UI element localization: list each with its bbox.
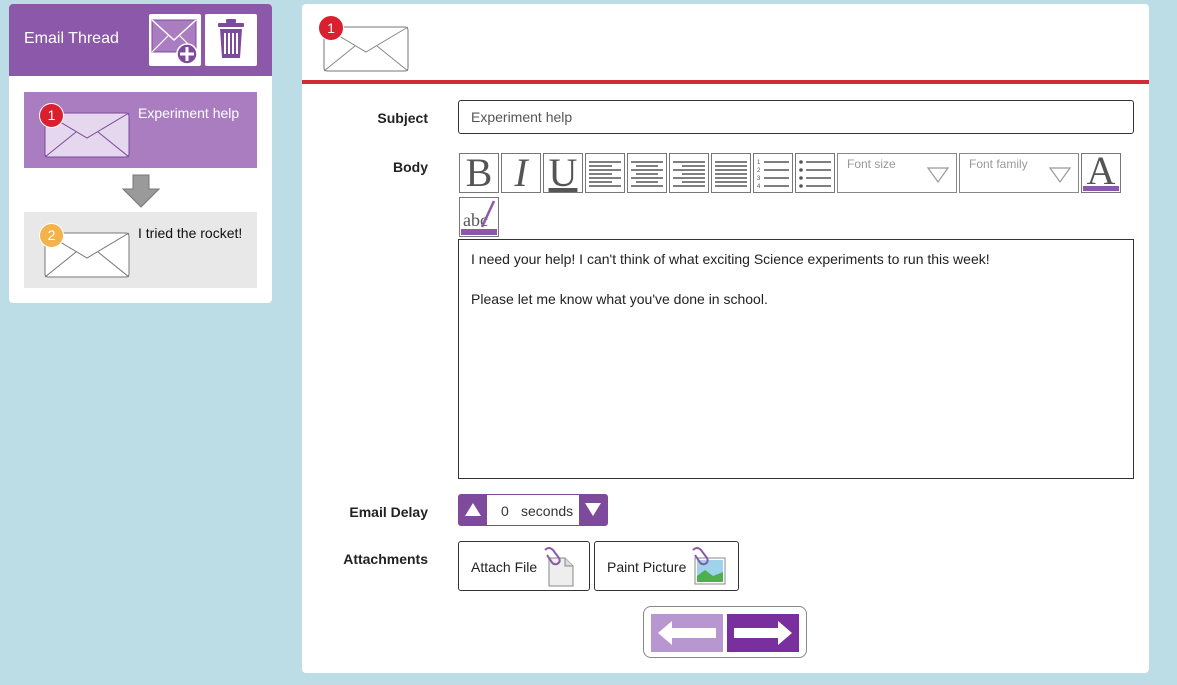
delay-decrease-button[interactable] xyxy=(579,495,607,525)
underline-icon: U xyxy=(548,150,578,195)
previous-button[interactable] xyxy=(651,614,723,652)
font-size-placeholder: Font size xyxy=(847,157,896,171)
bullet-list-button[interactable] xyxy=(795,153,835,193)
attachments-label: Attachments xyxy=(343,551,428,567)
new-email-button[interactable] xyxy=(149,14,201,66)
svg-text:3: 3 xyxy=(757,176,761,182)
svg-text:1: 1 xyxy=(757,160,761,166)
chevron-down-icon xyxy=(1048,167,1072,184)
paperclip-file-icon xyxy=(544,547,574,587)
chevron-down-icon xyxy=(926,167,950,184)
align-left-icon xyxy=(589,161,621,187)
navigation-controls xyxy=(643,606,807,658)
arrow-down-icon xyxy=(122,174,160,208)
subject-label: Subject xyxy=(377,110,428,126)
body-line: Please let me know what you've done in s… xyxy=(471,291,768,307)
svg-text:2: 2 xyxy=(757,168,761,174)
paperclip-image-icon xyxy=(692,547,726,585)
email-number-badge: 1 xyxy=(318,15,344,41)
subject-input[interactable] xyxy=(458,100,1134,134)
align-left-button[interactable] xyxy=(585,153,625,193)
align-center-button[interactable] xyxy=(627,153,667,193)
triangle-up-icon xyxy=(465,503,481,516)
font-size-select[interactable]: Font size xyxy=(837,153,957,193)
header-divider xyxy=(302,80,1149,84)
thread-title: Email Thread xyxy=(24,30,119,47)
delete-thread-button[interactable] xyxy=(205,14,257,66)
attach-file-label: Attach File xyxy=(471,559,538,575)
italic-button[interactable]: I xyxy=(501,153,541,193)
thread-item-experiment-help[interactable]: 1 Experiment help xyxy=(24,92,257,168)
font-color-swatch xyxy=(1083,186,1119,191)
delay-value[interactable]: 0 xyxy=(501,503,509,519)
align-right-button[interactable] xyxy=(669,153,709,193)
email-editor-panel: 1 Subject Body B I U 1 2 3 4 xyxy=(302,4,1149,673)
thread-item-label: I tried the rocket! xyxy=(138,225,243,241)
font-family-select[interactable]: Font family xyxy=(959,153,1079,193)
italic-icon: I xyxy=(514,150,528,195)
bullet-list-icon xyxy=(799,160,831,188)
triangle-down-icon xyxy=(585,503,601,516)
bold-icon: B xyxy=(465,150,493,195)
body-line: I need your help! I can't think of what … xyxy=(471,251,990,267)
email-delay-stepper: 0 seconds xyxy=(458,494,608,526)
justify-button[interactable] xyxy=(711,153,751,193)
thread-panel: Email Thread 1 Experiment help 2 I tried… xyxy=(9,4,272,303)
trash-icon xyxy=(218,19,244,58)
delay-increase-button[interactable] xyxy=(459,495,487,525)
thread-item-number-badge: 2 xyxy=(39,223,64,248)
thread-item-number-badge: 1 xyxy=(39,103,64,128)
arrow-left-icon xyxy=(658,621,716,645)
numbered-list-icon: 1 2 3 4 xyxy=(757,160,789,190)
body-label: Body xyxy=(393,159,428,175)
font-family-placeholder: Font family xyxy=(969,157,1028,171)
paint-picture-label: Paint Picture xyxy=(607,559,687,575)
body-editor[interactable]: I need your help! I can't think of what … xyxy=(458,239,1134,479)
envelope-add-icon xyxy=(151,19,198,65)
align-justify-icon xyxy=(715,161,747,187)
svg-text:4: 4 xyxy=(757,184,761,190)
spellcheck-button[interactable]: abc xyxy=(459,197,499,237)
next-button[interactable] xyxy=(727,614,799,652)
arrow-right-icon xyxy=(734,621,792,645)
pen-icon xyxy=(461,200,497,235)
thread-header: Email Thread xyxy=(9,4,272,76)
thread-item-label: Experiment help xyxy=(138,105,240,121)
numbered-list-button[interactable]: 1 2 3 4 xyxy=(753,153,793,193)
align-right-icon xyxy=(673,161,705,187)
font-color-icon: A xyxy=(1086,148,1116,193)
paint-picture-button[interactable]: Paint Picture xyxy=(594,541,739,591)
thread-item-tried-rocket[interactable]: 2 I tried the rocket! xyxy=(24,212,257,288)
bold-button[interactable]: B xyxy=(459,153,499,193)
underline-button[interactable]: U xyxy=(543,153,583,193)
delay-unit: seconds xyxy=(521,503,574,519)
attach-file-button[interactable]: Attach File xyxy=(458,541,590,591)
email-delay-label: Email Delay xyxy=(349,504,428,520)
align-center-icon xyxy=(631,161,663,187)
font-color-button[interactable]: A xyxy=(1081,148,1121,193)
